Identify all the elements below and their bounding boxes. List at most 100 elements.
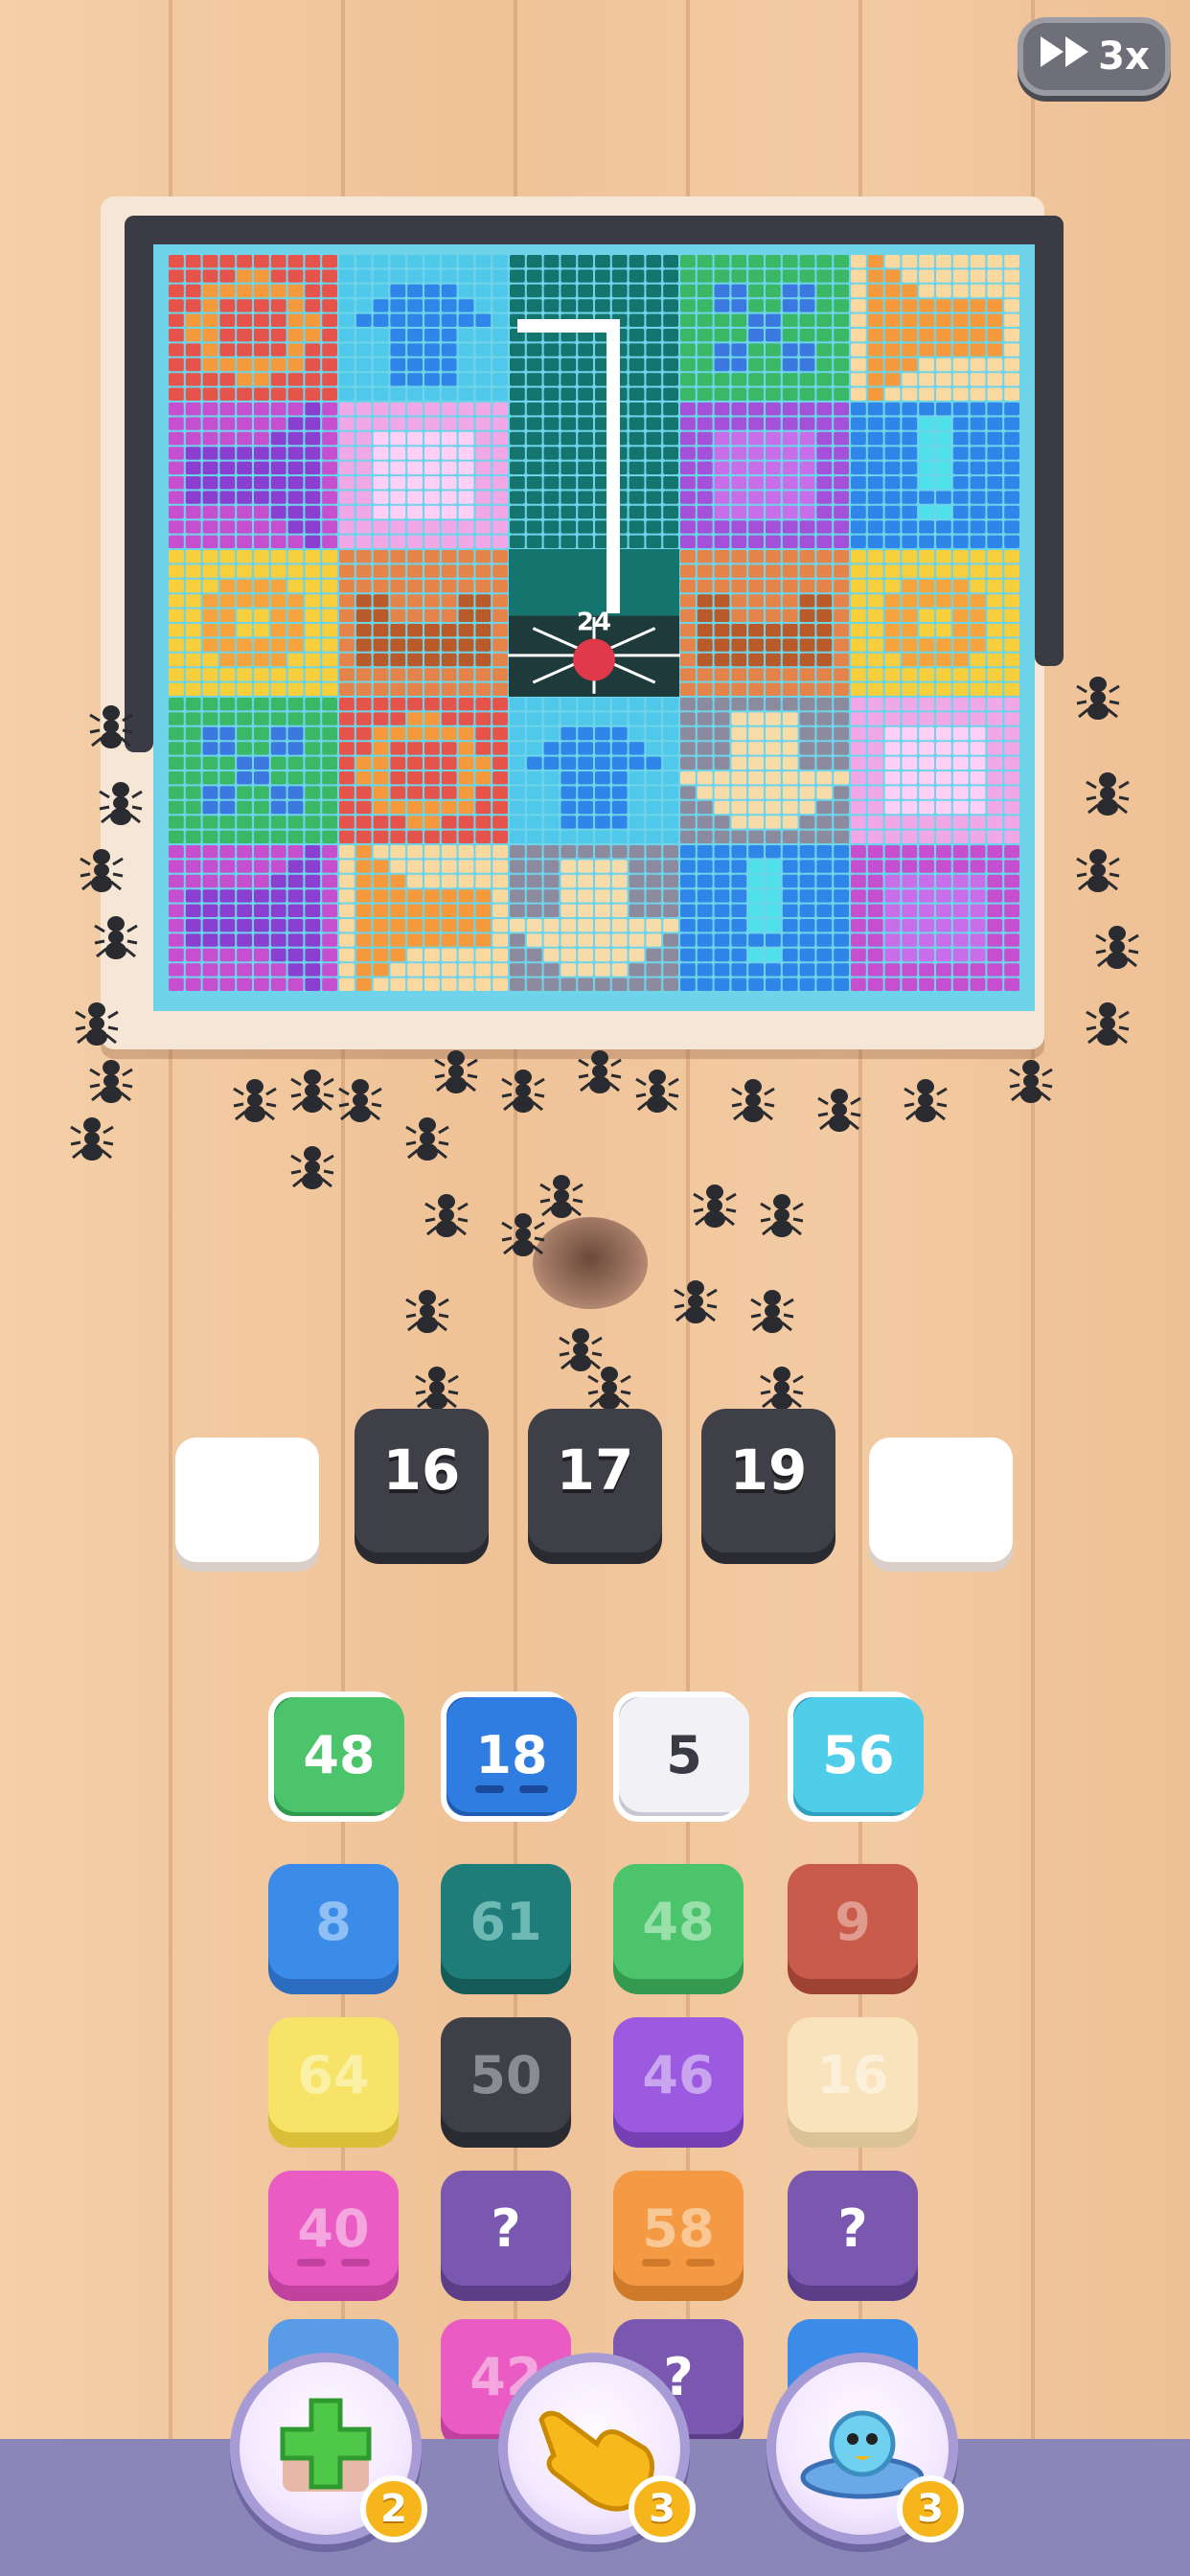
number-tile[interactable]: 5 [613, 1691, 749, 1822]
number-tile: 64 [268, 2017, 399, 2148]
ant-icon [747, 1284, 797, 1338]
board-cell-arrow-left-orange [851, 255, 1019, 401]
ant-icon [1006, 1054, 1056, 1108]
number-tile: 48 [613, 1864, 744, 1994]
tile-label: 64 [268, 2017, 399, 2132]
queue-block-count: 16 [382, 1438, 461, 1503]
ant-icon [402, 1112, 452, 1165]
number-tile[interactable]: 48 [268, 1691, 404, 1822]
ant-icon [901, 1073, 950, 1127]
number-tile: 9 [788, 1864, 918, 1994]
ant-icon [757, 1361, 807, 1414]
ant-icon [575, 1045, 625, 1098]
powerup-add-tile[interactable]: 2 [230, 2353, 427, 2544]
ant-icon [91, 910, 141, 964]
board-cell-teal-column [510, 402, 678, 548]
tile-label: 46 [613, 2017, 744, 2132]
queue-block-count: 17 [556, 1438, 634, 1503]
ant-icon [287, 1140, 337, 1194]
ant-icon [728, 1073, 778, 1127]
board-cell-ring-orange [339, 698, 508, 843]
ant-icon [72, 997, 122, 1050]
tile-bars [297, 2259, 370, 2268]
queue-block-3[interactable]: 19 [697, 1409, 840, 1572]
board-cell-flower-orange [851, 550, 1019, 696]
ant-icon [230, 1073, 280, 1127]
ant-icon [1092, 920, 1142, 974]
board-cell-dots-blue [169, 698, 337, 843]
queue-slot-empty-2[interactable] [869, 1438, 1013, 1562]
spider-web-cell: 24 [508, 549, 680, 697]
board-cell-dots-blue [680, 255, 849, 401]
game-stage: 3x 24 16 17 19 48 18 5 56 8 61 48 9 64 50 46 16 40? 5… [0, 0, 1190, 2576]
board-cell-square-purple [851, 845, 1019, 991]
spider-count: 24 [577, 609, 611, 637]
board-cell-flower-orange [169, 550, 337, 696]
board-cell-arrow-right-purple [169, 402, 337, 548]
board-cell-bowl-brown [680, 550, 849, 696]
queue-block-count: 19 [729, 1438, 808, 1503]
ant-hole [533, 1217, 648, 1309]
ant-icon [431, 1045, 481, 1098]
ant-icon [67, 1112, 117, 1165]
ant-icon [402, 1284, 452, 1338]
tile-bars [642, 2259, 715, 2268]
powerup-count: 3 [897, 2475, 964, 2542]
number-tile: 46 [613, 2017, 744, 2148]
ant-icon [335, 1073, 385, 1127]
tile-label: 18 [446, 1697, 577, 1812]
ant-icon [584, 1361, 634, 1414]
number-tile[interactable]: 18 [441, 1691, 577, 1822]
ant-icon [77, 843, 126, 897]
ant-icon [632, 1064, 682, 1117]
ant-icon [537, 1169, 586, 1223]
number-tile: 58 [613, 2171, 744, 2301]
ant-icon [412, 1361, 462, 1414]
tile-label: 48 [274, 1697, 404, 1812]
tile-label: ? [441, 2171, 571, 2286]
board-cell-square-pink [339, 402, 508, 548]
number-tile[interactable]: 56 [788, 1691, 924, 1822]
tile-label: 5 [619, 1697, 749, 1812]
number-tile: 61 [441, 1864, 571, 1994]
board-cell-arrow-up-blue [510, 698, 678, 843]
ant-icon [1073, 671, 1123, 724]
board-cell-square-pink [851, 698, 1019, 843]
mystery-tile: ? [788, 2171, 918, 2301]
queue-slot-empty-1[interactable] [175, 1438, 319, 1562]
board-cell-exclaim-cyan [680, 845, 849, 991]
tile-label: 48 [613, 1864, 744, 1979]
board-cell-arrow-right-purple [169, 845, 337, 991]
tile-label: 58 [613, 2171, 744, 2286]
number-tile: 50 [441, 2017, 571, 2148]
ant-icon [96, 776, 146, 830]
ant-icon [498, 1064, 548, 1117]
powerup-count: 3 [629, 2475, 696, 2542]
tile-label: 50 [441, 2017, 571, 2132]
board-cell-arrow-down-cream [510, 845, 678, 991]
ant-icon [1073, 843, 1123, 897]
board-cell-arrow-down-cream [680, 698, 849, 843]
powerup-count: 2 [360, 2475, 427, 2542]
ant-icon [757, 1188, 807, 1242]
ant-icon [422, 1188, 471, 1242]
tile-label: ? [788, 2171, 918, 2286]
queue-block-2[interactable]: 17 [523, 1409, 667, 1572]
tile-label: 56 [793, 1697, 924, 1812]
tile-label: 9 [788, 1864, 918, 1979]
board-cell-arrow-up-blue [339, 255, 508, 401]
ant-icon [287, 1064, 337, 1117]
ant-icon [86, 700, 136, 753]
number-tile: 8 [268, 1864, 399, 1994]
ant-icon [671, 1275, 721, 1328]
tile-bars [475, 1785, 548, 1795]
powerup-hand[interactable]: 3 [498, 2353, 696, 2544]
queue-block-1[interactable]: 16 [350, 1409, 493, 1572]
tile-label: 16 [788, 2017, 918, 2132]
ant-icon [1083, 997, 1133, 1050]
board-cell-arrow-left-orange [339, 845, 508, 991]
powerup-ufo[interactable]: 3 [767, 2353, 964, 2544]
board-cell-square-purple [680, 402, 849, 548]
number-tile: 40 [268, 2171, 399, 2301]
tile-label: 8 [268, 1864, 399, 1979]
